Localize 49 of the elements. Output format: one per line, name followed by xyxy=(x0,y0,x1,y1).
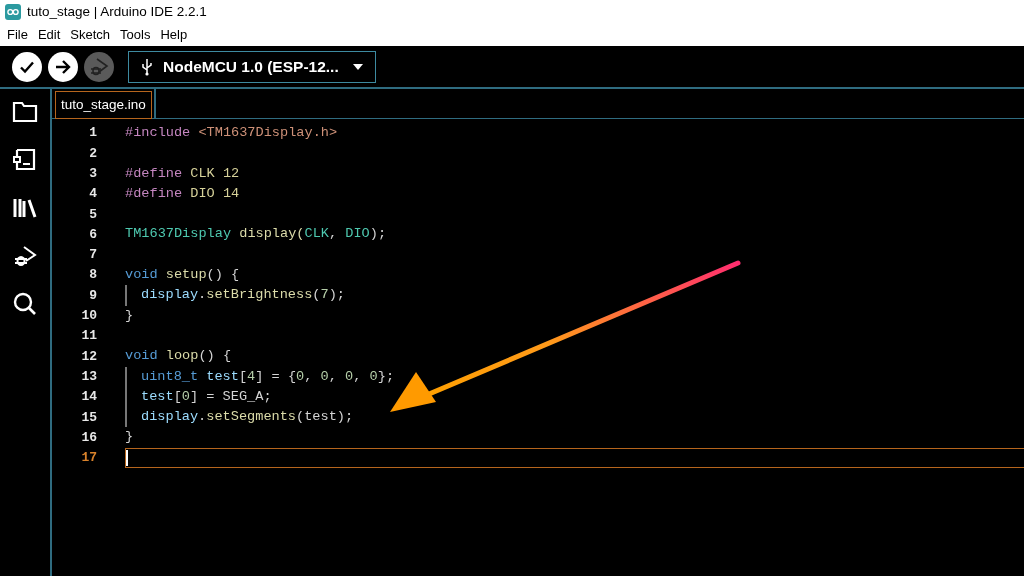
upload-button[interactable] xyxy=(48,51,78,82)
arrow-right-icon xyxy=(53,57,73,76)
line-number: 3 xyxy=(88,165,97,183)
line-number: 9 xyxy=(88,286,97,305)
usb-icon xyxy=(141,57,153,76)
debugger-icon[interactable] xyxy=(12,243,38,269)
line-number: 1 xyxy=(88,124,97,143)
sketchbook-folder-icon[interactable] xyxy=(12,99,38,125)
code-line: #define DIO 14 xyxy=(125,184,240,203)
menu-item[interactable]: Sketch xyxy=(65,25,116,45)
menu-item[interactable]: Tools xyxy=(115,25,156,45)
line-number: 13 xyxy=(80,367,97,386)
board-manager-icon[interactable] xyxy=(12,147,38,173)
line-number: 14 xyxy=(80,388,97,407)
line-number: 11 xyxy=(80,327,97,346)
code-line: TM1637Display display(CLK, DIO); xyxy=(125,225,387,244)
file-tab[interactable]: tuto_stage.ino xyxy=(55,91,152,119)
debug-icon xyxy=(88,55,110,78)
line-number: 8 xyxy=(88,266,97,285)
line-number: 4 xyxy=(88,185,97,204)
code-line: #define CLK 12 xyxy=(125,164,240,183)
line-number: 5 xyxy=(88,205,97,224)
line-number: 17 xyxy=(80,449,97,468)
board-selector[interactable]: NodeMCU 1.0 (ESP-12... xyxy=(128,50,376,83)
menu-item[interactable]: File xyxy=(2,25,33,45)
code-line: uint8_t test[4] = {0, 0, 0, 0}; xyxy=(141,367,395,386)
line-number: 2 xyxy=(88,144,97,163)
verify-button[interactable] xyxy=(12,51,42,82)
caret-icon xyxy=(353,63,363,70)
menu-item[interactable]: Help xyxy=(155,25,193,45)
window-title: tuto_stage | Arduino IDE 2.2.1 xyxy=(27,2,207,21)
menu-item[interactable]: Edit xyxy=(32,25,66,45)
code-line: test[0] = SEG_A; xyxy=(141,387,272,406)
line-number: 6 xyxy=(88,225,97,244)
app-logo-icon xyxy=(5,4,21,20)
code-line: void setup() { xyxy=(125,266,240,285)
indent-guide xyxy=(125,285,127,306)
line-number: 7 xyxy=(88,246,97,265)
code-line: display.setBrightness(7); xyxy=(141,286,345,305)
code-line: } xyxy=(125,428,134,447)
search-icon[interactable] xyxy=(12,291,38,317)
line-number: 10 xyxy=(80,307,97,326)
code-line: } xyxy=(125,306,134,325)
code-line: void loop() { xyxy=(125,347,232,366)
code-line: #include <TM1637Display.h> xyxy=(125,123,338,142)
line-number: 16 xyxy=(80,428,97,447)
code-line: display.setSegments(test); xyxy=(141,408,354,427)
line-number: 12 xyxy=(80,347,97,366)
line-number: 15 xyxy=(80,408,97,427)
